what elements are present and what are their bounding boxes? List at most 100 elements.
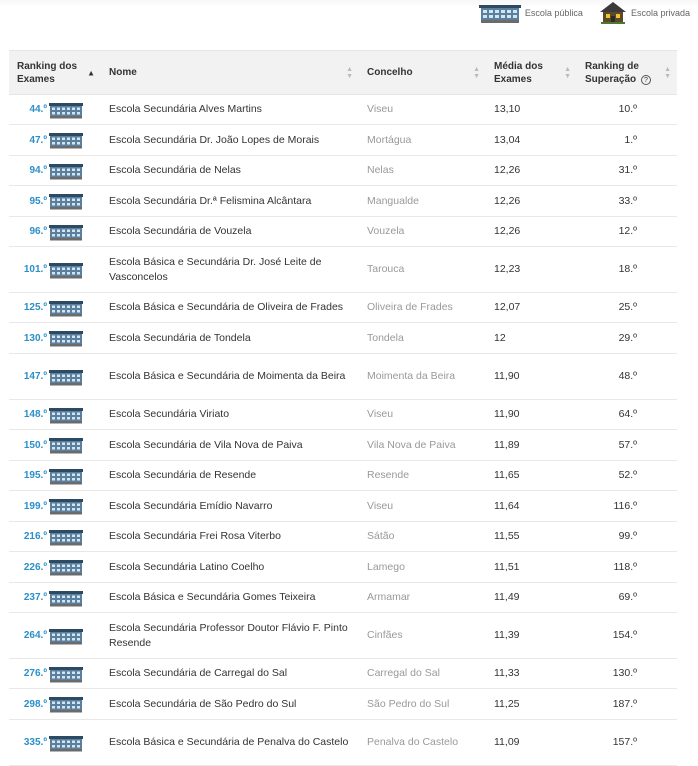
table-row[interactable]: 298.º Escola Secundária de São Pedro do S…: [9, 688, 677, 720]
rank-link[interactable]: 199.º: [24, 499, 47, 514]
rank-cell: 264.º: [9, 612, 101, 659]
concelho-cell: Mortágua: [359, 124, 486, 156]
rank-link[interactable]: 216.º: [24, 529, 47, 544]
table-row[interactable]: 130.º Escola Secundária de Tondela Tondela…: [9, 322, 677, 354]
concelho-cell: Viseu: [359, 490, 486, 522]
school-name-link[interactable]: Escola Secundária de Tondela: [101, 322, 359, 354]
sort-icon[interactable]: ▲ ▼: [346, 66, 353, 80]
table-row[interactable]: 237.º Escola Básica e Secundária Gomes Te…: [9, 582, 677, 613]
table-row[interactable]: 44.º Escola Secundária Alves Martins Viseu…: [9, 94, 677, 125]
rank-link[interactable]: 264.º: [24, 628, 47, 643]
table-row[interactable]: 47.º Escola Secundária Dr. João Lopes de …: [9, 124, 677, 156]
table-row[interactable]: 199.º Escola Secundária Emídio Navarro Vis…: [9, 490, 677, 522]
superacao-cell: 12.º: [577, 216, 677, 247]
rank-link[interactable]: 44.º: [29, 102, 47, 117]
table-row[interactable]: 226.º Escola Secundária Latino Coelho Lame…: [9, 551, 677, 583]
rank-link[interactable]: 101.º: [24, 262, 47, 277]
media-cell: 12: [486, 322, 577, 354]
superacao-cell: 157.º: [577, 719, 677, 766]
concelho-cell: Moimenta da Beira: [359, 353, 486, 400]
rank-link[interactable]: 195.º: [24, 468, 47, 483]
table-row[interactable]: 150.º Escola Secundária de Vila Nova de P…: [9, 429, 677, 461]
rank-link[interactable]: 276.º: [24, 666, 47, 681]
media-cell: 11,49: [486, 582, 577, 613]
school-name-link[interactable]: Escola Secundária de Vila Nova de Paiva: [101, 429, 359, 461]
school-name-link[interactable]: Escola Básica e Secundária Gomes Teixeir…: [101, 582, 359, 613]
concelho-cell: Tarouca: [359, 246, 486, 293]
school-name-link[interactable]: Escola Secundária de São Pedro do Sul: [101, 688, 359, 720]
school-name-link[interactable]: Escola Secundária Professor Doutor Flávi…: [101, 612, 359, 659]
school-name-link[interactable]: Escola Secundária Emídio Navarro: [101, 490, 359, 522]
media-cell: 11,89: [486, 429, 577, 461]
public-school-building-icon: [49, 468, 83, 484]
col-header-nome-label: Nome: [109, 67, 137, 78]
school-name-link[interactable]: Escola Secundária de Carregal do Sal: [101, 658, 359, 689]
rank-link[interactable]: 237.º: [24, 590, 47, 605]
media-cell: 11,90: [486, 353, 577, 400]
col-header-superacao[interactable]: Ranking de Superação ? ▲ ▼: [577, 50, 677, 95]
school-name-link[interactable]: Escola Secundária Latino Coelho: [101, 551, 359, 583]
school-name-link[interactable]: Escola Secundária de Nelas: [101, 155, 359, 186]
school-name-link[interactable]: Escola Secundária Dr. João Lopes de Mora…: [101, 124, 359, 156]
school-name-link[interactable]: Escola Básica e Secundária Dr. José Leit…: [101, 246, 359, 293]
superacao-cell: 99.º: [577, 521, 677, 552]
rank-cell: 237.º: [9, 582, 101, 613]
rank-link[interactable]: 226.º: [24, 560, 47, 575]
table-row[interactable]: 335.º Escola Básica e Secundária de Penal…: [9, 719, 677, 766]
table-row[interactable]: 264.º Escola Secundária Professor Doutor …: [9, 612, 677, 659]
rank-link[interactable]: 94.º: [29, 163, 47, 178]
rank-link[interactable]: 148.º: [24, 407, 47, 422]
rank-link[interactable]: 335.º: [24, 735, 47, 750]
school-name-link[interactable]: Escola Secundária de Vouzela: [101, 216, 359, 247]
rank-cell: 298.º: [9, 688, 101, 720]
col-header-nome[interactable]: Nome ▲ ▼: [101, 50, 359, 95]
rank-link[interactable]: 298.º: [24, 697, 47, 712]
rank-link[interactable]: 147.º: [24, 369, 47, 384]
rank-cell: 199.º: [9, 490, 101, 522]
public-school-building-icon: [49, 163, 83, 179]
school-name-link[interactable]: Escola Secundária Frei Rosa Viterbo: [101, 521, 359, 552]
school-name-link[interactable]: Escola Básica e Secundária de Oliveira d…: [101, 292, 359, 323]
school-name-link[interactable]: Escola Básica e Secundária de Moimenta d…: [101, 353, 359, 400]
superacao-cell: 116.º: [577, 490, 677, 522]
table-row[interactable]: 94.º Escola Secundária de Nelas Nelas 12,26…: [9, 155, 677, 186]
concelho-cell: Lamego: [359, 551, 486, 583]
superacao-cell: 25.º: [577, 292, 677, 323]
rank-link[interactable]: 125.º: [24, 300, 47, 315]
table-row[interactable]: 101.º Escola Básica e Secundária Dr. José…: [9, 246, 677, 293]
sort-icon[interactable]: ▲ ▼: [564, 66, 571, 80]
table-row[interactable]: 216.º Escola Secundária Frei Rosa Viterbo…: [9, 521, 677, 552]
table-row[interactable]: 148.º Escola Secundária Viriato Viseu 11,90…: [9, 399, 677, 430]
school-name-link[interactable]: Escola Básica e Secundária de Penalva do…: [101, 719, 359, 766]
school-name-link[interactable]: Escola Secundária Alves Martins: [101, 94, 359, 125]
col-header-media[interactable]: Média dos Exames ▲ ▼: [486, 50, 577, 95]
media-cell: 13,10: [486, 94, 577, 125]
table-row[interactable]: 276.º Escola Secundária de Carregal do Sa…: [9, 658, 677, 689]
sort-icon[interactable]: ▲ ▼: [473, 66, 480, 80]
school-name-link[interactable]: Escola Secundária Viriato: [101, 399, 359, 430]
col-header-concelho[interactable]: Concelho ▲ ▼: [359, 50, 486, 95]
table-row[interactable]: 95.º Escola Secundária Dr.ª Felismina Alc…: [9, 185, 677, 217]
table-row[interactable]: 195.º Escola Secundária de Resende Resende…: [9, 460, 677, 491]
rank-link[interactable]: 95.º: [29, 194, 47, 209]
help-icon[interactable]: ?: [640, 74, 651, 85]
col-header-ranking-exames[interactable]: Ranking dos Exames ▲: [9, 50, 101, 95]
rank-link[interactable]: 150.º: [24, 438, 47, 453]
public-school-building-icon: [49, 499, 83, 515]
sort-asc-icon[interactable]: ▲: [87, 69, 95, 77]
rank-link[interactable]: 47.º: [29, 133, 47, 148]
table-row[interactable]: 125.º Escola Básica e Secundária de Olive…: [9, 292, 677, 323]
school-name-link[interactable]: Escola Secundária de Resende: [101, 460, 359, 491]
public-school-building-icon: [49, 369, 83, 385]
rank-link[interactable]: 130.º: [24, 331, 47, 346]
table-row[interactable]: 96.º Escola Secundária de Vouzela Vouzela 1…: [9, 216, 677, 247]
concelho-cell: Carregal do Sal: [359, 658, 486, 689]
public-school-building-icon: [49, 194, 83, 210]
media-cell: 12,07: [486, 292, 577, 323]
sort-icon[interactable]: ▲ ▼: [664, 66, 671, 80]
school-name-link[interactable]: Escola Secundária Dr.ª Felismina Alcânta…: [101, 185, 359, 217]
rank-link[interactable]: 96.º: [29, 224, 47, 239]
superacao-cell: 10.º: [577, 94, 677, 125]
table-row[interactable]: 147.º Escola Básica e Secundária de Moime…: [9, 353, 677, 400]
rank-cell: 94.º: [9, 155, 101, 186]
